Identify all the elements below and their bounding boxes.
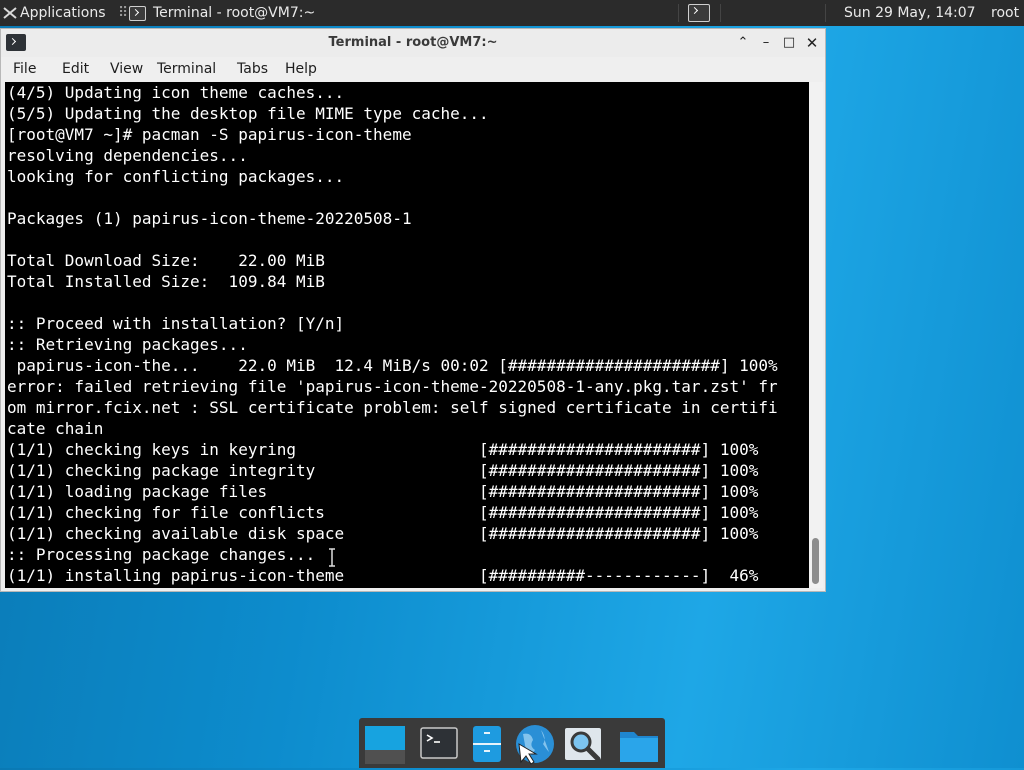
menu-help[interactable]: Help bbox=[285, 61, 317, 77]
terminal-line: :: Processing package changes... bbox=[7, 545, 316, 564]
window-titlebar[interactable]: Terminal - root@VM7:~ ⌃ – □ ✕ bbox=[1, 29, 825, 57]
terminal-icon bbox=[420, 727, 458, 759]
terminal-line: resolving dependencies... bbox=[7, 146, 248, 165]
terminal-line: (5/5) Updating the desktop file MIME typ… bbox=[7, 104, 489, 123]
terminal-line: Total Installed Size: 109.84 MiB bbox=[7, 272, 325, 291]
top-panel: Applications ⠿ Terminal - root@VM7:~ Sun… bbox=[0, 0, 1024, 26]
terminal-line: papirus-icon-the... 22.0 MiB 12.4 MiB/s … bbox=[7, 356, 778, 375]
minimize-button[interactable]: – bbox=[757, 34, 775, 52]
panel-divider bbox=[720, 4, 721, 22]
desktop-icon bbox=[365, 726, 405, 764]
roll-up-button[interactable]: ⌃ bbox=[734, 34, 752, 52]
terminal-line: [root@VM7 ~]# pacman -S papirus-icon-the… bbox=[7, 125, 412, 144]
menu-view[interactable]: View bbox=[110, 61, 143, 77]
menu-edit[interactable]: Edit bbox=[62, 61, 89, 77]
applications-menu-button[interactable]: Applications bbox=[0, 0, 106, 26]
terminal-line: (1/1) checking keys in keyring [########… bbox=[7, 440, 759, 459]
panel-divider bbox=[825, 4, 826, 22]
panel-divider bbox=[678, 4, 679, 22]
terminal-line: (1/1) checking package integrity [######… bbox=[7, 461, 759, 480]
app-finder-button[interactable] bbox=[561, 722, 605, 766]
maximize-button[interactable]: □ bbox=[780, 34, 798, 52]
xfce-logo-icon bbox=[3, 7, 17, 19]
terminal-icon bbox=[129, 5, 146, 21]
folder-button[interactable] bbox=[617, 722, 661, 766]
terminal-line: cate chain bbox=[7, 419, 104, 438]
terminal-launcher-icon bbox=[688, 4, 710, 22]
taskbar-terminal-label: Terminal - root@VM7:~ bbox=[153, 5, 316, 21]
file-manager-icon bbox=[473, 726, 501, 762]
web-browser-button[interactable] bbox=[513, 722, 557, 766]
terminal-line: (1/1) checking available disk space [###… bbox=[7, 524, 759, 543]
terminal-line: (4/5) Updating icon theme caches... bbox=[7, 83, 345, 102]
show-desktop-button[interactable] bbox=[363, 722, 407, 766]
window-title: Terminal - root@VM7:~ bbox=[328, 35, 498, 50]
terminal-line: Total Download Size: 22.00 MiB bbox=[7, 251, 325, 270]
app-finder-icon bbox=[565, 728, 601, 762]
menubar: File Edit View Terminal Tabs Help bbox=[1, 57, 825, 82]
scrollbar-thumb[interactable] bbox=[812, 538, 819, 584]
terminal-line: looking for conflicting packages... bbox=[7, 167, 345, 186]
terminal-launcher-button[interactable] bbox=[417, 722, 461, 766]
terminal-line: om mirror.fcix.net : SSL certificate pro… bbox=[7, 398, 778, 417]
menu-file[interactable]: File bbox=[13, 61, 36, 77]
clock[interactable]: Sun 29 May, 14:07 bbox=[844, 0, 976, 26]
terminal-line: (1/1) loading package files [###########… bbox=[7, 482, 759, 501]
terminal-line: (1/1) checking for file conflicts [#####… bbox=[7, 503, 759, 522]
menu-tabs[interactable]: Tabs bbox=[237, 61, 268, 77]
folder-icon bbox=[620, 732, 658, 762]
menu-terminal[interactable]: Terminal bbox=[157, 61, 216, 77]
terminal-output[interactable]: (4/5) Updating icon theme caches... (5/5)… bbox=[5, 82, 809, 588]
terminal-line: Packages (1) papirus-icon-theme-20220508… bbox=[7, 209, 412, 228]
web-browser-icon bbox=[516, 725, 554, 765]
terminal-line: (1/1) installing papirus-icon-theme [###… bbox=[7, 566, 759, 585]
terminal-scrollbar[interactable] bbox=[809, 82, 823, 588]
taskbar-terminal-button[interactable]: Terminal - root@VM7:~ bbox=[127, 0, 329, 26]
show-terminal-launcher[interactable] bbox=[688, 0, 710, 26]
terminal-line: :: Proceed with installation? [Y/n] bbox=[7, 314, 345, 333]
text-cursor-icon bbox=[329, 548, 335, 567]
terminal-line: :: Retrieving packages... bbox=[7, 335, 248, 354]
file-manager-button[interactable] bbox=[465, 722, 509, 766]
terminal-window: Terminal - root@VM7:~ ⌃ – □ ✕ File Edit … bbox=[0, 28, 826, 592]
applications-label: Applications bbox=[20, 5, 106, 21]
user-menu[interactable]: root bbox=[991, 0, 1019, 26]
dock bbox=[359, 718, 665, 768]
terminal-line: error: failed retrieving file 'papirus-i… bbox=[7, 377, 778, 396]
close-button[interactable]: ✕ bbox=[803, 34, 821, 52]
